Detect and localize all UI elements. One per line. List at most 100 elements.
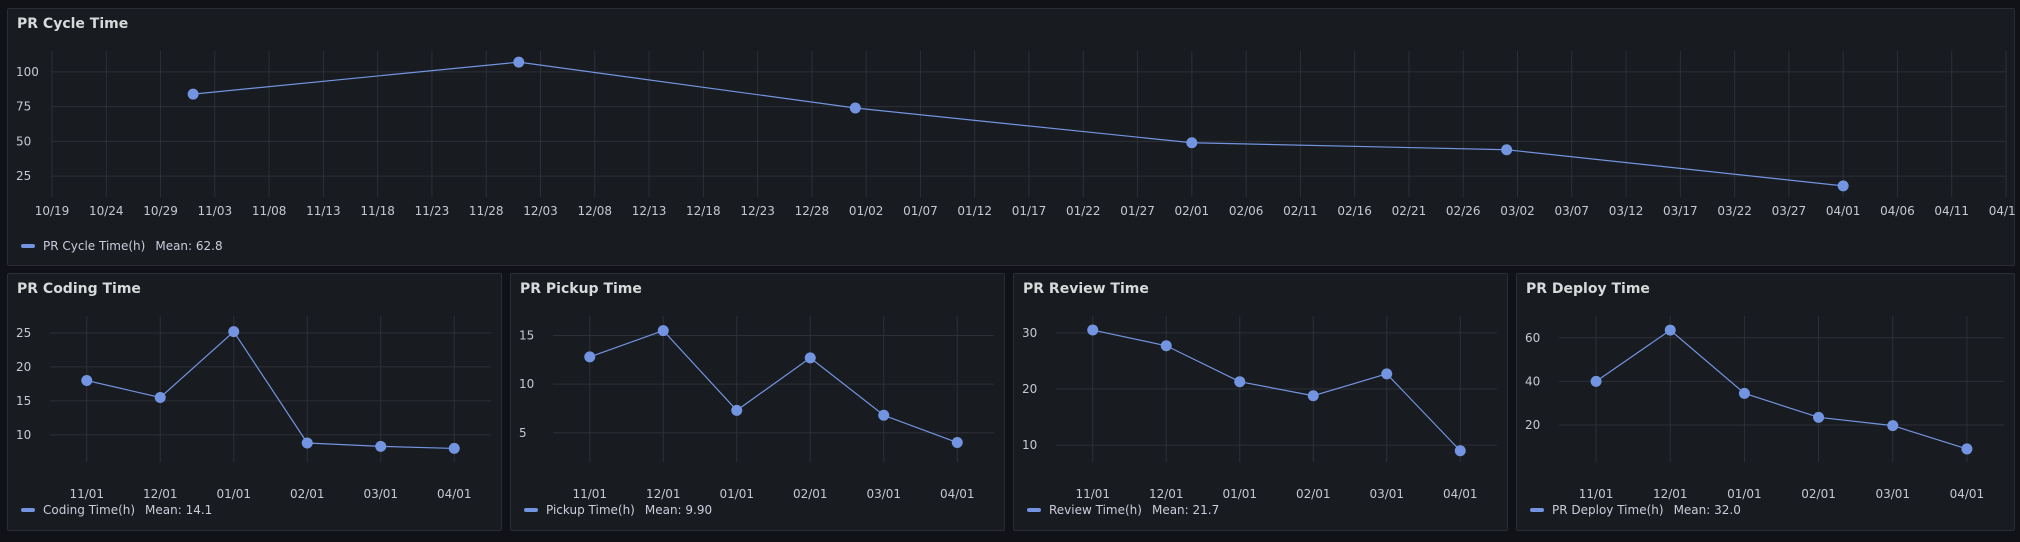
data-point (81, 375, 93, 387)
x-tick-label: 04/01 (1443, 487, 1478, 501)
x-tick-label: 12/01 (1149, 487, 1184, 501)
x-tick-label: 10/24 (89, 204, 124, 218)
legend-mean: Mean: 9.90 (644, 503, 713, 517)
x-tick-label: 04/01 (437, 487, 472, 501)
data-point (1837, 180, 1849, 192)
legend-series-name: Review Time(h) (1049, 503, 1142, 517)
x-tick-label: 12/01 (143, 487, 178, 501)
y-tick-label: 25 (16, 326, 31, 340)
x-tick-label: 04/01 (1826, 204, 1861, 218)
data-point (1738, 387, 1750, 399)
data-point (804, 352, 816, 364)
x-tick-label: 12/13 (632, 204, 667, 218)
x-tick-label: 12/03 (523, 204, 558, 218)
x-tick-label: 03/07 (1554, 204, 1589, 218)
x-tick-label: 03/27 (1772, 204, 1807, 218)
x-tick-label: 03/17 (1663, 204, 1698, 218)
y-tick-label: 100 (16, 65, 39, 79)
x-tick-label: 02/01 (1175, 204, 1210, 218)
data-point (951, 437, 963, 449)
data-point (657, 325, 669, 337)
x-tick-label: 04/06 (1880, 204, 1915, 218)
x-tick-label: 11/28 (469, 204, 504, 218)
x-tick-label: 01/01 (719, 487, 754, 501)
series-line (1595, 329, 1968, 450)
data-point (1454, 445, 1466, 457)
data-point (849, 102, 861, 114)
x-tick-label: 03/01 (1369, 487, 1404, 501)
data-point (1234, 376, 1246, 388)
panel-pr-deploy-time: PR Deploy Time 11/01 12/01 01/01 02/01 03/01… (1516, 273, 2015, 531)
y-tick-label: 15 (519, 328, 534, 342)
y-tick-label: 40 (1525, 374, 1540, 388)
panel-pr-review-time: PR Review Time 11/01 12/01 01/01 02/01 03/01… (1013, 273, 1508, 531)
x-tick-label: 11/01 (1075, 487, 1110, 501)
x-tick-label: 04/16 (1989, 204, 2016, 218)
series-line (1092, 329, 1461, 452)
x-tick-label: 01/02 (849, 204, 884, 218)
y-tick-label: 15 (16, 394, 31, 408)
data-point (1501, 144, 1513, 156)
data-point (1590, 375, 1602, 387)
series-line (86, 330, 455, 450)
x-tick-label: 12/18 (686, 204, 721, 218)
chart-pr-cycle-time: 10/19 10/24 10/29 11/03 11/08 11/13 11/18 11/23… (16, 51, 2016, 218)
data-point (1186, 137, 1198, 149)
data-point (228, 326, 240, 338)
legend[interactable]: PR Deploy Time(h) Mean: 32.0 (1530, 503, 1741, 517)
x-tick-label: 04/01 (1950, 487, 1985, 501)
x-tick-label: 11/08 (252, 204, 287, 218)
legend-swatch (21, 244, 35, 248)
y-tick-label: 50 (16, 134, 31, 148)
x-tick-label: 01/22 (1066, 204, 1101, 218)
data-point (1664, 324, 1676, 336)
x-tick-label: 01/27 (1120, 204, 1155, 218)
x-tick-label: 12/28 (795, 204, 830, 218)
series-line (589, 329, 958, 444)
data-point (1160, 340, 1172, 352)
x-tick-label: 01/17 (1012, 204, 1047, 218)
x-tick-label: 03/01 (363, 487, 398, 501)
legend-swatch (1530, 508, 1544, 512)
x-tick-label: 01/01 (1222, 487, 1257, 501)
y-tick-label: 10 (16, 428, 31, 442)
x-tick-label: 02/01 (1801, 487, 1836, 501)
data-point (513, 56, 525, 68)
legend-series-name: PR Deploy Time(h) (1552, 503, 1664, 517)
y-tick-label: 10 (1022, 438, 1037, 452)
x-tick-label: 04/01 (940, 487, 975, 501)
x-tick-label: 02/01 (1296, 487, 1331, 501)
x-tick-label: 11/18 (360, 204, 395, 218)
series-line (193, 61, 1844, 187)
legend[interactable]: Review Time(h) Mean: 21.7 (1027, 503, 1219, 517)
data-point (375, 440, 387, 452)
x-tick-label: 02/26 (1446, 204, 1481, 218)
legend[interactable]: PR Cycle Time(h) Mean: 62.8 (21, 239, 223, 253)
legend-mean: Mean: 32.0 (1673, 503, 1741, 517)
x-tick-label: 11/13 (306, 204, 341, 218)
x-tick-label: 01/07 (903, 204, 938, 218)
legend[interactable]: Coding Time(h) Mean: 14.1 (21, 503, 212, 517)
x-tick-label: 10/19 (35, 204, 70, 218)
chart-pr-review-time: 11/01 12/01 01/01 02/01 03/01 04/01 10 20 30 (1022, 316, 1497, 501)
x-tick-label: 02/16 (1337, 204, 1372, 218)
data-point (878, 409, 890, 421)
x-tick-label: 10/29 (143, 204, 178, 218)
legend-swatch (524, 508, 538, 512)
y-tick-label: 75 (16, 100, 31, 114)
y-tick-label: 10 (519, 377, 534, 391)
legend[interactable]: Pickup Time(h) Mean: 9.90 (524, 503, 712, 517)
data-point (301, 437, 313, 449)
data-point (1961, 443, 1973, 455)
x-tick-label: 01/01 (1727, 487, 1762, 501)
x-tick-label: 11/01 (69, 487, 104, 501)
legend-swatch (1027, 508, 1041, 512)
y-tick-label: 20 (1022, 382, 1037, 396)
chart-pr-pickup-time: 11/01 12/01 01/01 02/01 03/01 04/01 5 10 15 (519, 316, 994, 501)
y-tick-label: 25 (16, 169, 31, 183)
data-point (1887, 420, 1899, 432)
chart-pr-deploy-time: 11/01 12/01 01/01 02/01 03/01 04/01 20 40 60 (1525, 316, 2004, 501)
legend-mean: Mean: 62.8 (155, 239, 223, 253)
x-tick-label: 02/11 (1283, 204, 1318, 218)
y-tick-label: 5 (519, 426, 527, 440)
